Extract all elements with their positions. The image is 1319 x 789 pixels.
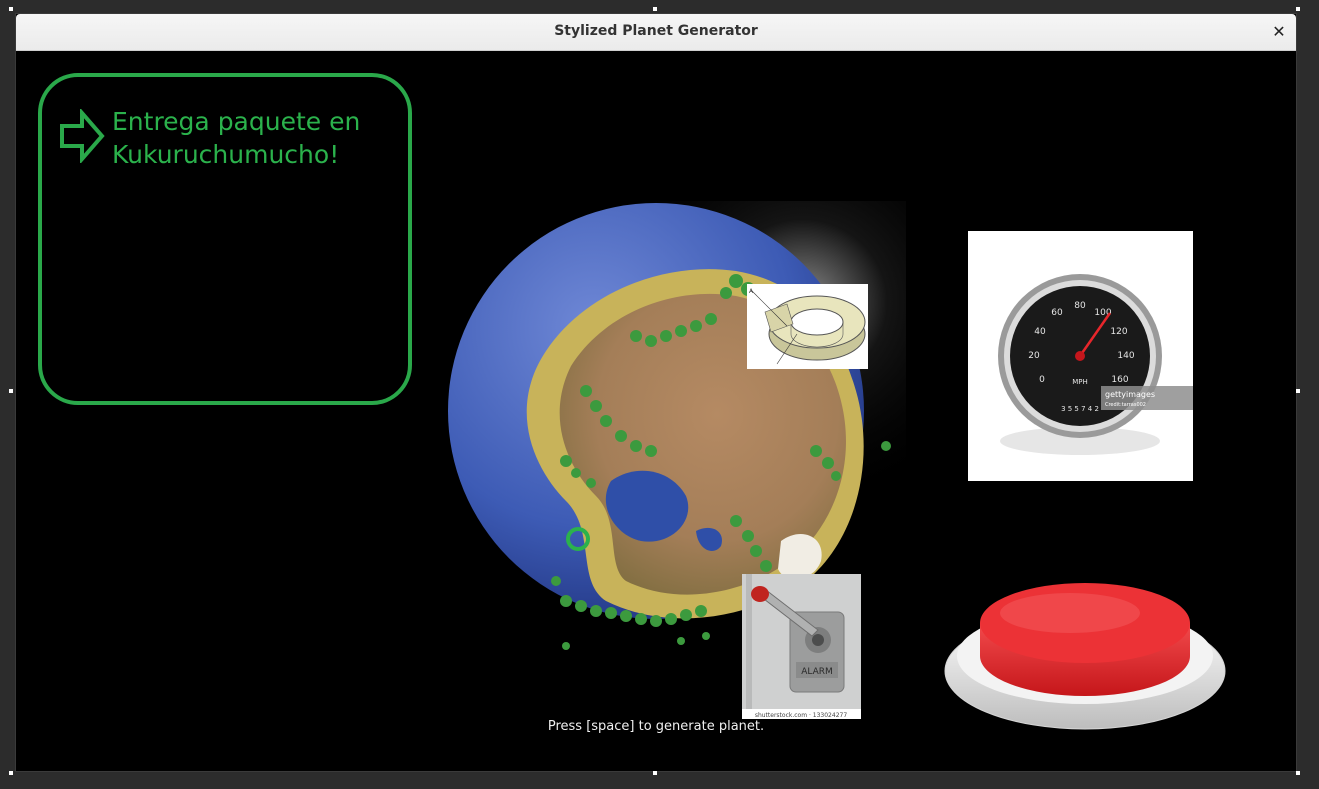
- resize-handle-tr[interactable]: [1296, 7, 1300, 11]
- close-button[interactable]: ✕: [1268, 21, 1290, 43]
- tick-80: 80: [1074, 301, 1086, 311]
- quest-text-line1: Entrega paquete en: [112, 107, 361, 136]
- speedometer-image[interactable]: 0 20 40 60 80 100 120 140 160 MPH 3 5 5 …: [968, 231, 1193, 481]
- tick-140: 140: [1117, 351, 1134, 361]
- resize-handle-tl[interactable]: [9, 7, 13, 11]
- speed-unit: MPH: [1072, 378, 1088, 386]
- speedometer-watermark: gettyimages: [1105, 390, 1155, 399]
- torus-diagram-image: A: [747, 284, 868, 369]
- odometer: 3 5 5 7 4 2: [1061, 405, 1099, 413]
- quest-text: Entrega paquete en Kukuruchumucho!: [112, 105, 392, 171]
- quest-panel: Entrega paquete en Kukuruchumucho!: [38, 73, 412, 405]
- title-bar[interactable]: Stylized Planet Generator ✕: [16, 14, 1296, 51]
- tick-160: 160: [1111, 375, 1128, 385]
- app-window: Stylized Planet Generator ✕ Entrega paqu…: [15, 13, 1297, 772]
- lever-plate-text: ALARM: [801, 667, 833, 677]
- speedometer-credit: Credit:tarras002: [1105, 402, 1146, 408]
- resize-handle-bl[interactable]: [9, 771, 13, 775]
- game-viewport[interactable]: Entrega paquete en Kukuruchumucho! A 0 2…: [16, 51, 1296, 771]
- resize-handle-mr[interactable]: [1296, 389, 1300, 393]
- resize-handle-tc[interactable]: [653, 7, 657, 11]
- tick-60: 60: [1051, 308, 1063, 318]
- big-red-button[interactable]: [940, 561, 1230, 736]
- generate-hint: Press [space] to generate planet.: [547, 719, 765, 734]
- quest-text-line2: Kukuruchumucho!: [112, 140, 340, 169]
- tick-20: 20: [1028, 351, 1040, 361]
- tick-40: 40: [1034, 327, 1046, 337]
- tick-120: 120: [1110, 327, 1127, 337]
- resize-handle-br[interactable]: [1296, 771, 1300, 775]
- tick-0: 0: [1039, 375, 1045, 385]
- lever-watermark: shutterstock.com · 133024277: [755, 712, 848, 719]
- arrow-right-icon: [60, 109, 105, 163]
- resize-handle-ml[interactable]: [9, 389, 13, 393]
- window-title: Stylized Planet Generator: [554, 23, 758, 39]
- resize-handle-bc[interactable]: [653, 771, 657, 775]
- alarm-lever-image[interactable]: ALARM shutterstock.com · 133024277: [742, 574, 861, 719]
